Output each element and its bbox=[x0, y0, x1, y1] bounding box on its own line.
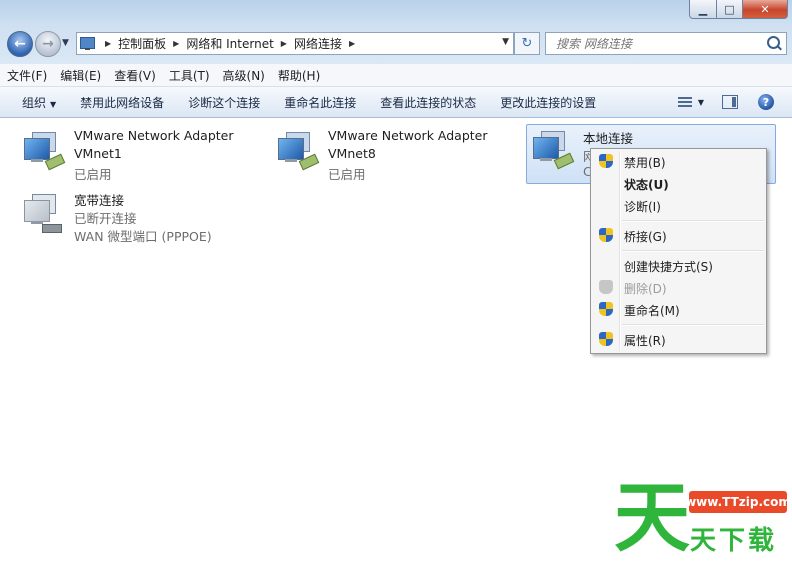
ctx-disable[interactable]: 禁用(B) bbox=[593, 151, 764, 173]
search-box[interactable] bbox=[545, 32, 787, 55]
connection-broadband[interactable]: 宽带连接 已断开连接 WAN 微型端口 (PPPOE) bbox=[22, 188, 262, 246]
breadcrumb-network-internet[interactable]: 网络和 Internet ▶ bbox=[186, 35, 294, 52]
menu-separator bbox=[622, 250, 764, 252]
connection-status: 已启用 bbox=[328, 167, 366, 182]
network-adapter-icon bbox=[531, 129, 575, 170]
ctx-label: 属性(R) bbox=[624, 333, 666, 348]
menu-file[interactable]: 文件(F) bbox=[0, 67, 53, 84]
connection-name: VMware Network Adapter bbox=[328, 128, 488, 143]
connection-adapter: VMnet8 bbox=[328, 146, 376, 161]
network-adapter-icon bbox=[276, 130, 320, 171]
connection-name: VMware Network Adapter bbox=[74, 128, 234, 143]
connection-vmnet8[interactable]: VMware Network Adapter VMnet8 已启用 bbox=[276, 126, 516, 184]
change-view-icon[interactable] bbox=[677, 96, 692, 108]
rename-connection-button[interactable]: 重命名此连接 bbox=[272, 94, 368, 111]
back-arrow-icon: ← bbox=[14, 36, 26, 52]
uac-shield-icon bbox=[599, 280, 613, 295]
uac-shield-icon bbox=[599, 302, 613, 317]
view-dropdown-icon[interactable]: ▼ bbox=[698, 98, 704, 107]
forward-button[interactable]: → bbox=[35, 31, 61, 57]
uac-shield-icon bbox=[599, 154, 613, 169]
watermark-logo: 天 bbox=[614, 473, 690, 562]
ctx-bridge[interactable]: 桥接(G) bbox=[593, 225, 764, 247]
help-icon[interactable]: ? bbox=[758, 94, 774, 110]
diagnose-connection-button[interactable]: 诊断这个连接 bbox=[176, 94, 272, 111]
title-bar: ▁ □ ✕ ← → ▼ ▶ 控制面板 ▶ 网络和 Internet ▶ 网络连接 ▶ … bbox=[0, 0, 792, 65]
connection-adapter: WAN 微型端口 (PPPOE) bbox=[74, 229, 212, 244]
breadcrumb-network-connections[interactable]: 网络连接 ▶ bbox=[294, 35, 362, 52]
uac-shield-icon bbox=[599, 332, 613, 347]
ctx-rename[interactable]: 重命名(M) bbox=[593, 299, 764, 321]
ctx-label: 禁用(B) bbox=[624, 155, 666, 170]
breadcrumb-root-arrow[interactable]: ▶ bbox=[102, 39, 118, 48]
menu-help[interactable]: 帮助(H) bbox=[271, 67, 326, 84]
menu-edit[interactable]: 编辑(E) bbox=[53, 67, 107, 84]
menu-separator bbox=[622, 220, 764, 222]
preview-pane-icon[interactable] bbox=[722, 95, 738, 109]
maximize-button[interactable]: □ bbox=[717, 0, 743, 19]
menu-tools[interactable]: 工具(T) bbox=[162, 67, 216, 84]
address-bar[interactable]: ▶ 控制面板 ▶ 网络和 Internet ▶ 网络连接 ▶ ▼ bbox=[76, 32, 514, 55]
network-adapter-icon bbox=[22, 130, 66, 171]
menu-advanced[interactable]: 高级(N) bbox=[216, 67, 271, 84]
connection-status: 已断开连接 bbox=[74, 211, 137, 226]
broadband-disconnected-icon bbox=[22, 192, 66, 233]
watermark-text: 天下载 bbox=[690, 526, 778, 556]
watermark-url: www.TTzip.com bbox=[685, 491, 791, 513]
menu-bar: 文件(F) 编辑(E) 查看(V) 工具(T) 高级(N) 帮助(H) bbox=[0, 64, 792, 87]
menu-separator bbox=[622, 324, 764, 326]
forward-arrow-icon: → bbox=[42, 36, 54, 52]
connection-vmnet1[interactable]: VMware Network Adapter VMnet1 已启用 bbox=[22, 126, 262, 184]
network-connections-icon bbox=[80, 36, 96, 51]
organize-button[interactable]: 组织 ▼ bbox=[0, 94, 68, 111]
ctx-status[interactable]: 状态(U) bbox=[593, 173, 764, 195]
refresh-button[interactable]: ↻ bbox=[514, 32, 540, 55]
ctx-properties[interactable]: 属性(R) bbox=[593, 329, 764, 351]
change-settings-button[interactable]: 更改此连接的设置 bbox=[488, 94, 608, 111]
context-menu: 禁用(B) 状态(U) 诊断(I) 桥接(G) 创建快捷方式(S) 删除(D) … bbox=[590, 148, 767, 354]
recent-pages-dropdown[interactable]: ▼ bbox=[62, 38, 69, 48]
back-button[interactable]: ← bbox=[7, 31, 33, 57]
connection-adapter: VMnet1 bbox=[74, 146, 122, 161]
search-input[interactable] bbox=[554, 35, 763, 52]
ctx-delete: 删除(D) bbox=[593, 277, 764, 299]
connection-name: 宽带连接 bbox=[74, 193, 125, 208]
ctx-label: 删除(D) bbox=[624, 281, 667, 296]
ctx-label: 重命名(M) bbox=[624, 303, 680, 318]
disable-device-button[interactable]: 禁用此网络设备 bbox=[68, 94, 176, 111]
ctx-label: 创建快捷方式(S) bbox=[624, 259, 713, 274]
breadcrumb-control-panel[interactable]: 控制面板 ▶ bbox=[118, 35, 186, 52]
ctx-diagnose[interactable]: 诊断(I) bbox=[593, 195, 764, 217]
connection-status: 已启用 bbox=[74, 167, 112, 182]
address-dropdown-icon[interactable]: ▼ bbox=[502, 37, 509, 47]
close-button[interactable]: ✕ bbox=[743, 0, 788, 19]
refresh-icon: ↻ bbox=[521, 36, 533, 51]
ctx-label: 桥接(G) bbox=[624, 229, 667, 244]
ctx-label: 诊断(I) bbox=[624, 199, 661, 214]
menu-view[interactable]: 查看(V) bbox=[107, 67, 162, 84]
chevron-down-icon: ▼ bbox=[50, 99, 57, 109]
minimize-button[interactable]: ▁ bbox=[689, 0, 717, 19]
window-controls: ▁ □ ✕ bbox=[689, 0, 788, 19]
ctx-create-shortcut[interactable]: 创建快捷方式(S) bbox=[593, 255, 764, 277]
uac-shield-icon bbox=[599, 228, 613, 243]
ctx-label: 状态(U) bbox=[624, 177, 669, 192]
command-bar: 组织 ▼ 禁用此网络设备 诊断这个连接 重命名此连接 查看此连接的状态 更改此连接… bbox=[0, 87, 792, 118]
view-status-button[interactable]: 查看此连接的状态 bbox=[368, 94, 488, 111]
connection-name: 本地连接 bbox=[583, 131, 634, 146]
search-icon[interactable] bbox=[767, 36, 780, 49]
